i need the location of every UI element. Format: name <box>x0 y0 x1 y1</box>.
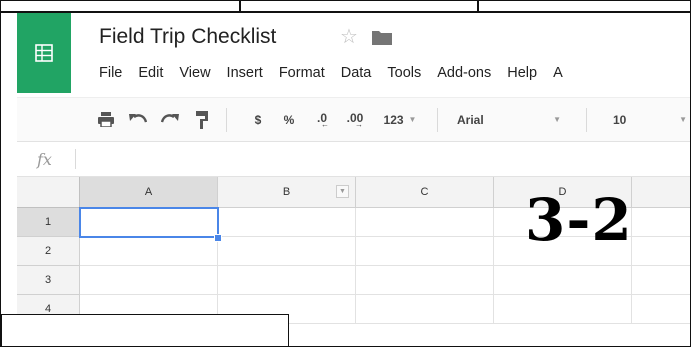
menu-view[interactable]: View <box>171 65 218 81</box>
fill-handle[interactable] <box>214 234 222 242</box>
step-number-label: 3-2 <box>525 186 633 254</box>
top-strip-divider <box>477 1 479 11</box>
overlay-caption-box <box>1 314 289 346</box>
menu-addons[interactable]: Add-ons <box>429 65 499 81</box>
menu-file[interactable]: File <box>91 65 130 81</box>
arrow-left-icon: ← <box>321 119 329 129</box>
formula-bar-divider <box>75 149 76 169</box>
menu-tools[interactable]: Tools <box>379 65 429 81</box>
cell[interactable] <box>632 266 690 295</box>
cell[interactable] <box>218 266 356 295</box>
formula-bar: fx <box>17 142 690 177</box>
menu-accessibility[interactable]: A <box>545 65 571 81</box>
column-header-c[interactable]: C <box>356 177 494 208</box>
menu-help[interactable]: Help <box>499 65 545 81</box>
currency-format-button[interactable]: $ <box>249 98 267 141</box>
column-header-e[interactable] <box>632 177 690 208</box>
font-family-dropdown[interactable]: Arial ▼ <box>447 98 571 141</box>
undo-icon[interactable] <box>125 98 151 141</box>
top-strip-divider <box>239 1 241 11</box>
arrow-right-icon: → <box>355 119 363 129</box>
toolbar-divider <box>226 108 227 132</box>
redo-icon[interactable] <box>157 98 183 141</box>
menu-insert[interactable]: Insert <box>219 65 271 81</box>
sheets-logo-icon[interactable] <box>17 13 71 93</box>
percent-format-button[interactable]: % <box>280 98 298 141</box>
star-icon[interactable]: ☆ <box>340 27 358 47</box>
cell[interactable] <box>80 237 218 266</box>
cell[interactable] <box>356 295 494 324</box>
cell[interactable] <box>632 295 690 324</box>
row-header-2[interactable]: 2 <box>17 237 80 266</box>
cell[interactable] <box>218 237 356 266</box>
document-title[interactable]: Field Trip Checklist <box>99 25 276 49</box>
decrease-decimals-button[interactable]: .0 ← <box>309 98 335 141</box>
screenshot-frame: Field Trip Checklist ☆ File Edit View In… <box>0 0 691 347</box>
menu-edit[interactable]: Edit <box>130 65 171 81</box>
menu-format[interactable]: Format <box>271 65 333 81</box>
chevron-down-icon: ▼ <box>679 115 687 124</box>
font-family-label: Arial <box>457 112 484 127</box>
toolbar: $ % .0 ← .00 → 123 ▼ Arial ▼ 10 ▼ <box>17 97 690 142</box>
cell[interactable] <box>356 208 494 237</box>
font-size-dropdown[interactable]: 10 ▼ <box>595 98 690 141</box>
cell[interactable] <box>494 266 632 295</box>
cell[interactable] <box>80 266 218 295</box>
column-header-a[interactable]: A <box>80 177 218 208</box>
column-header-b[interactable]: B ▼ <box>218 177 356 208</box>
select-all-corner[interactable] <box>17 177 80 208</box>
chevron-down-icon: ▼ <box>408 115 417 124</box>
cell[interactable] <box>632 237 690 266</box>
font-size-label: 10 <box>613 112 627 127</box>
cell[interactable] <box>356 237 494 266</box>
increase-decimals-button[interactable]: .00 → <box>341 98 369 141</box>
more-formats-dropdown[interactable]: 123 ▼ <box>374 98 426 141</box>
row-header-3[interactable]: 3 <box>17 266 80 295</box>
toolbar-divider <box>586 108 587 132</box>
print-icon[interactable] <box>93 98 119 141</box>
paint-format-icon[interactable] <box>189 98 215 141</box>
fx-icon: fx <box>37 150 52 169</box>
active-cell-selection[interactable] <box>79 207 219 238</box>
formula-input[interactable] <box>81 150 690 170</box>
column-header-b-label: B <box>282 186 291 198</box>
toolbar-divider <box>437 108 438 132</box>
menu-bar: File Edit View Insert Format Data Tools … <box>91 65 571 81</box>
row-header-1[interactable]: 1 <box>17 208 80 237</box>
chevron-down-icon: ▼ <box>553 115 561 124</box>
cell[interactable] <box>356 266 494 295</box>
cell[interactable] <box>218 208 356 237</box>
menu-data[interactable]: Data <box>333 65 380 81</box>
folder-icon[interactable] <box>371 30 392 45</box>
column-menu-icon[interactable]: ▼ <box>336 185 349 198</box>
cell[interactable] <box>632 208 690 237</box>
cell[interactable] <box>494 295 632 324</box>
more-formats-label: 123 <box>383 112 404 127</box>
top-border-strip <box>1 1 690 13</box>
